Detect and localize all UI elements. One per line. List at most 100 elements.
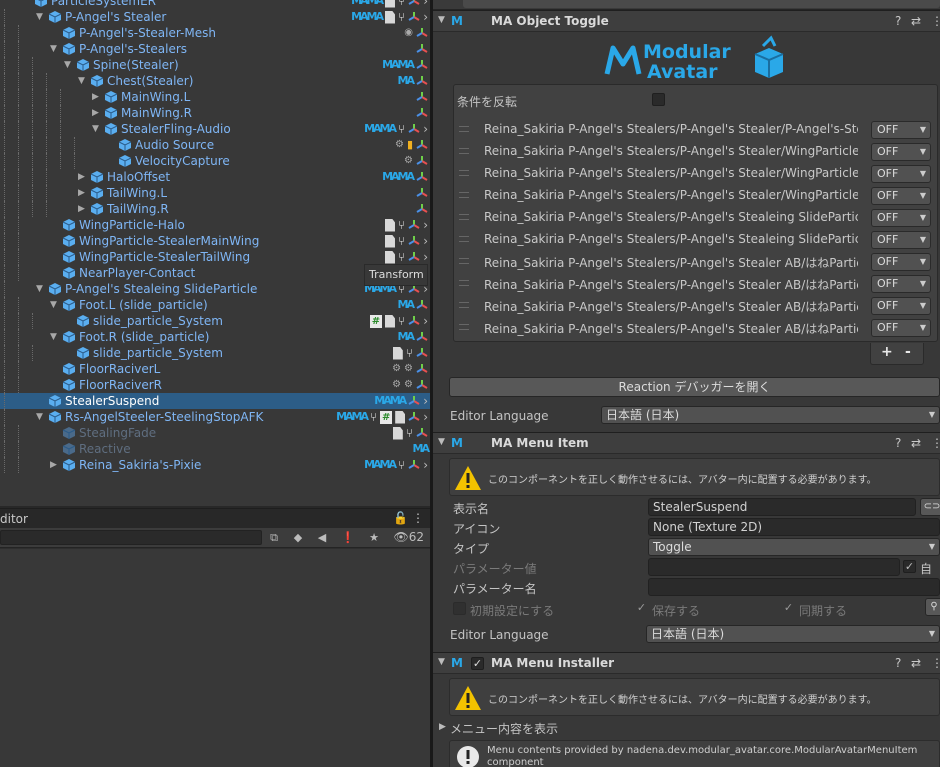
toggle-state-dropdown[interactable]: OFF xyxy=(871,275,931,293)
expand-arrow-icon[interactable]: ▶ xyxy=(92,91,102,103)
add-button[interactable]: + xyxy=(881,344,893,360)
toggle-state-dropdown[interactable]: OFF xyxy=(871,253,931,271)
hierarchy-row[interactable]: WingParticle-StealerMainWing ⑂ › xyxy=(0,233,430,249)
hierarchy-row[interactable]: ▼ P-Angel's-Stealers xyxy=(0,41,430,57)
hierarchy-row[interactable]: ▶ Reina_Sakiria's-Pixie MAMA ⑂ › xyxy=(0,457,430,473)
search-filter-icon[interactable]: ⧉ xyxy=(262,529,286,547)
drag-handle-icon[interactable] xyxy=(459,258,469,264)
search-icon[interactable]: ⚲ xyxy=(925,598,940,616)
param-name-input[interactable] xyxy=(648,578,940,596)
icon-object-field[interactable]: None (Texture 2D) xyxy=(648,518,940,536)
drag-handle-icon[interactable] xyxy=(459,302,469,308)
toggle-object-path[interactable]: Reina_Sakiria P-Angel's Stealers/P-Angel… xyxy=(484,298,858,315)
expand-arrow-icon[interactable]: ▼ xyxy=(36,283,46,295)
hierarchy-row[interactable]: ▶ MainWing.R xyxy=(0,105,430,121)
hierarchy-row[interactable]: VelocityCapture ⚙ xyxy=(0,153,430,169)
lock-and-menu-icon[interactable]: 🔓 ⋮ xyxy=(393,511,424,525)
toggle-state-dropdown[interactable]: OFF xyxy=(871,165,931,183)
hierarchy-row[interactable]: P-Angel's-Stealer-Mesh ◉ xyxy=(0,25,430,41)
scene-filter-icon[interactable]: ◆ xyxy=(286,529,310,547)
toggle-state-dropdown[interactable]: OFF xyxy=(871,297,931,315)
hierarchy-row[interactable]: slide_particle_System ⑂ xyxy=(0,345,430,361)
menu-item-header[interactable]: ▼ M MA Menu Item ? ⇄ ⋮ xyxy=(433,432,940,454)
menu-installer-header[interactable]: ▼ M ✓ MA Menu Installer ? ⇄ ⋮ xyxy=(433,652,940,674)
auto-checkbox[interactable]: ✓ xyxy=(903,560,916,573)
context-menu-icon[interactable]: ⋮ xyxy=(931,656,940,670)
toggle-object-path[interactable]: Reina_Sakiria P-Angel's Stealers/P-Angel… xyxy=(484,210,858,224)
drag-handle-icon[interactable] xyxy=(459,170,469,176)
expand-arrow-icon[interactable]: ▶ xyxy=(78,187,88,199)
warning-filter-icon[interactable]: ❗ xyxy=(336,529,360,547)
toggle-state-dropdown[interactable]: OFF xyxy=(871,319,931,337)
hierarchy-row[interactable]: ▶ TailWing.L xyxy=(0,185,430,201)
expand-arrow-icon[interactable]: ▼ xyxy=(36,11,46,23)
hierarchy-row[interactable]: ▼ Chest(Stealer) MA xyxy=(0,73,430,89)
hierarchy-row[interactable]: ▼ Rs-AngelSteeler-SteelingStopAFK MAMA ⑂ # › xyxy=(0,409,430,425)
toggle-object-path[interactable]: Reina_Sakiria P-Angel's Stealers/P-Angel… xyxy=(484,254,858,271)
show-menu-contents-foldout[interactable]: メニュー内容を表示 xyxy=(450,720,558,737)
context-menu-icon[interactable]: ⋮ xyxy=(931,436,940,450)
expand-arrow-icon[interactable]: ▶ xyxy=(92,107,102,119)
hierarchy-row[interactable]: Reactive MA xyxy=(0,441,430,457)
toggle-state-dropdown[interactable]: OFF xyxy=(871,187,931,205)
editor-language-dropdown[interactable]: 日本語 (日本) xyxy=(646,625,940,643)
help-icon[interactable]: ? xyxy=(895,436,901,450)
expand-arrow-icon[interactable]: ▼ xyxy=(36,411,46,423)
toggle-state-dropdown[interactable]: OFF xyxy=(871,231,931,249)
hierarchy-row[interactable]: ▶ MainWing.L xyxy=(0,89,430,105)
hierarchy-row[interactable]: ▼ P-Angel's Stealer MAMA ⑂ › xyxy=(0,9,430,25)
star-icon[interactable]: ★ xyxy=(362,529,386,547)
toggle-object-path[interactable]: Reina_Sakiria P-Angel's Stealers/P-Angel… xyxy=(484,320,858,337)
hierarchy-row[interactable]: ▼ StealerFling-Audio MAMA ⑂ › xyxy=(0,121,430,137)
toggle-state-dropdown[interactable]: OFF xyxy=(871,121,931,139)
expand-arrow-icon[interactable]: ▼ xyxy=(64,59,74,71)
expand-arrow-icon[interactable]: ▼ xyxy=(92,123,102,135)
hierarchy-row[interactable]: StealingFade ⑂ xyxy=(0,425,430,441)
expand-arrow-icon[interactable]: ▶ xyxy=(78,203,88,215)
hierarchy-row[interactable]: ▼ Spine(Stealer) MAMA xyxy=(0,57,430,73)
help-icon[interactable]: ? xyxy=(895,656,901,670)
hierarchy-row[interactable]: ▶ HaloOffset MAMA xyxy=(0,169,430,185)
hierarchy-row[interactable]: FloorRaciverR ⚙ ⚙ xyxy=(0,377,430,393)
drag-handle-icon[interactable] xyxy=(459,236,469,242)
default-checkbox[interactable] xyxy=(453,602,466,615)
lower-panel-tab[interactable]: ditor 🔓 ⋮ xyxy=(0,508,430,528)
toggle-object-path[interactable]: Reina_Sakiria P-Angel's Stealers/P-Angel… xyxy=(484,232,858,246)
editor-language-dropdown[interactable]: 日本語 (日本) xyxy=(601,406,940,424)
hierarchy-row[interactable]: WingParticle-Halo ⑂ › xyxy=(0,217,430,233)
help-icon[interactable]: ? xyxy=(895,14,901,28)
drag-handle-icon[interactable] xyxy=(459,324,469,330)
fold-arrow-icon[interactable]: ▼ xyxy=(438,437,445,447)
hierarchy-row[interactable]: ▼ Foot.R (slide_particle) MA xyxy=(0,329,430,345)
hierarchy-row[interactable]: FloorRaciverL ⚙ ⚙ xyxy=(0,361,430,377)
toggle-state-dropdown[interactable]: OFF xyxy=(871,143,931,161)
drag-handle-icon[interactable] xyxy=(459,148,469,154)
hierarchy-row[interactable]: StealerSuspend MAMA › xyxy=(0,393,430,409)
drag-handle-icon[interactable] xyxy=(459,192,469,198)
expand-arrow-icon[interactable]: ▼ xyxy=(50,331,60,343)
expand-arrow-icon[interactable]: ▼ xyxy=(50,299,60,311)
preset-icon[interactable]: ⇄ xyxy=(911,656,921,670)
type-dropdown[interactable]: Toggle xyxy=(648,538,940,556)
toggle-object-path[interactable]: Reina_Sakiria P-Angel's Stealers/P-Angel… xyxy=(484,144,858,158)
hierarchy-row[interactable]: slide_particle_System # ⑂ › xyxy=(0,313,430,329)
expand-arrow-icon[interactable]: ▼ xyxy=(78,75,88,87)
hierarchy-row[interactable]: ▶ TailWing.R xyxy=(0,201,430,217)
toggle-object-path[interactable]: Reina_Sakiria P-Angel's Stealers/P-Angel… xyxy=(484,276,858,293)
hierarchy-row[interactable]: ParticleSystemER MAMA ⑂ › xyxy=(0,0,430,9)
invert-condition-checkbox[interactable] xyxy=(652,93,665,106)
toggle-state-dropdown[interactable]: OFF xyxy=(871,209,931,227)
tag-icon[interactable]: ◀ xyxy=(310,529,334,547)
search-input[interactable] xyxy=(0,530,262,545)
reaction-debugger-button[interactable]: Reaction デバッガーを開く xyxy=(449,377,940,397)
saved-checkbox[interactable]: ✓ xyxy=(635,602,648,615)
drag-handle-icon[interactable] xyxy=(459,214,469,220)
expand-arrow-icon[interactable]: ▶ xyxy=(78,171,88,183)
hierarchy-row[interactable]: Audio Source ⚙ ▮ xyxy=(0,137,430,153)
fold-arrow-icon[interactable]: ▼ xyxy=(438,657,445,667)
hierarchy-row[interactable]: ▼ Foot.L (slide_particle) MA xyxy=(0,297,430,313)
toggle-object-path[interactable]: Reina_Sakiria P-Angel's Stealers/P-Angel… xyxy=(484,166,858,180)
drag-handle-icon[interactable] xyxy=(459,280,469,286)
prev-component-button[interactable] xyxy=(463,0,940,8)
preset-icon[interactable]: ⇄ xyxy=(911,14,921,28)
